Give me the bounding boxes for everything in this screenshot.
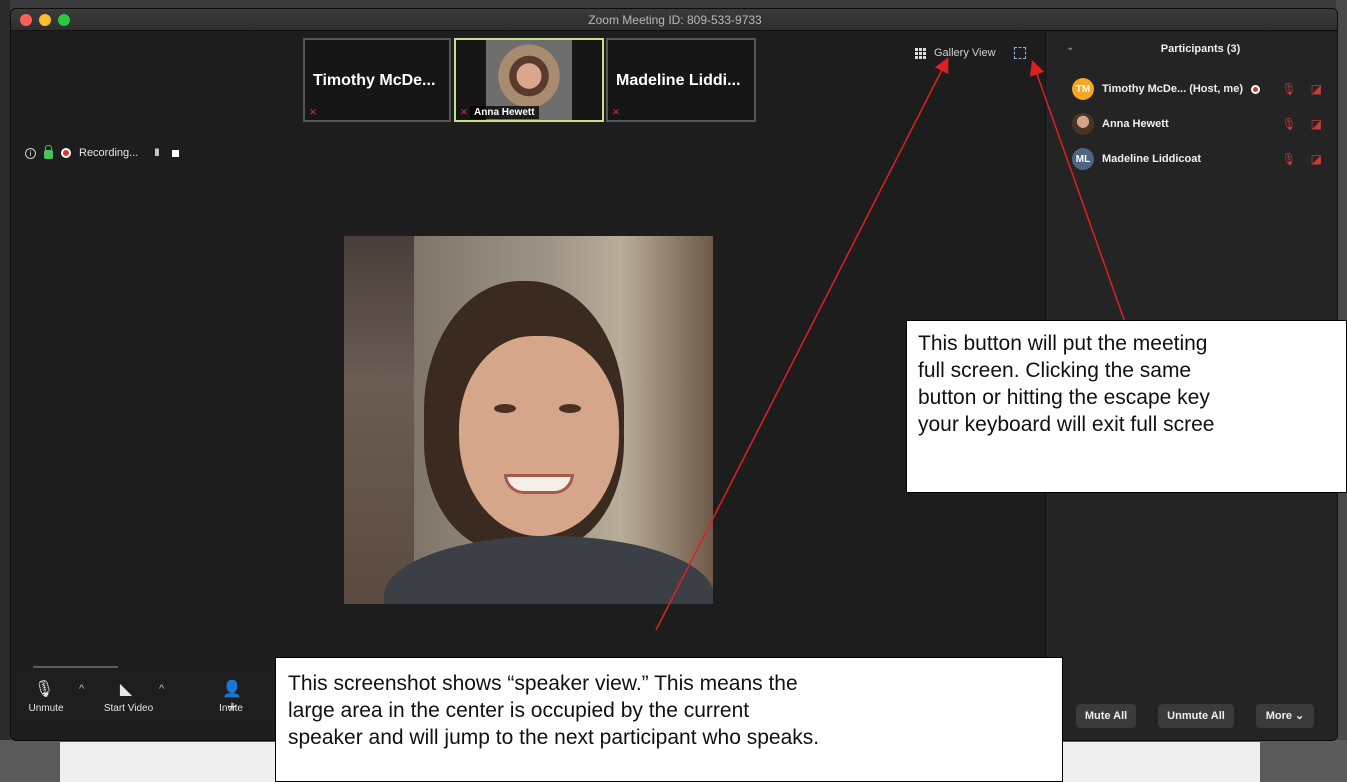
participant-name: Timothy McDe... (Host, me) bbox=[1102, 83, 1243, 95]
fullscreen-icon[interactable] bbox=[1013, 47, 1026, 59]
more-button[interactable]: More ⌄ bbox=[1256, 704, 1314, 728]
participants-footer: Mute All Unmute All More ⌄ bbox=[1046, 704, 1337, 740]
view-controls: Gallery View bbox=[915, 47, 1026, 59]
invite-icon: 👤+ bbox=[222, 681, 242, 716]
video-off-icon: ◣ bbox=[119, 681, 133, 698]
avatar: ML bbox=[1072, 148, 1094, 170]
fullscreen-annotation-text: This button will put the meeting full sc… bbox=[918, 332, 1215, 436]
fullscreen-annotation-callout: This button will put the meeting full sc… bbox=[906, 320, 1347, 493]
title-bar: Zoom Meeting ID: 809-533-9733 bbox=[11, 9, 1337, 31]
active-speaker-video bbox=[344, 236, 713, 604]
record-icon bbox=[61, 148, 71, 158]
avatar: TM bbox=[1072, 78, 1094, 100]
invite-label: Invite bbox=[219, 703, 243, 714]
grid-icon[interactable] bbox=[915, 47, 926, 59]
unmute-button[interactable]: 🎙 Unmute ^ bbox=[11, 669, 84, 719]
mic-muted-icon: 🎙 bbox=[33, 681, 55, 698]
invite-button[interactable]: 👤+ Invite bbox=[201, 669, 261, 719]
desktop-backdrop-left bbox=[0, 0, 10, 782]
filmstrip-tile-timothy[interactable]: Timothy McDe... ⨯ bbox=[303, 38, 451, 122]
speaker-view-annotation-text: This screenshot shows “speaker view.” Th… bbox=[288, 672, 820, 749]
participant-row[interactable]: Anna Hewett 🎙 ◪ bbox=[1072, 112, 1322, 136]
filmstrip-tile-madeline[interactable]: Madeline Liddi... ⨯ bbox=[606, 38, 756, 122]
mute-all-button[interactable]: Mute All bbox=[1076, 704, 1136, 728]
recording-status: Recording... bbox=[79, 147, 139, 159]
participant-row[interactable]: ML Madeline Liddicoat 🎙 ◪ bbox=[1072, 147, 1322, 171]
gallery-view-button[interactable]: Gallery View bbox=[934, 47, 996, 59]
toolbar-divider bbox=[33, 666, 118, 668]
mic-muted-icon: ⨯ bbox=[308, 107, 318, 118]
tile-name: Madeline Liddi... bbox=[616, 72, 741, 89]
start-video-button[interactable]: ◣ Start Video ^ bbox=[91, 669, 166, 719]
speaker-view-area: Timothy McDe... ⨯ ⨯ Anna Hewett Madeline… bbox=[11, 32, 1045, 740]
tile-name: Timothy McDe... bbox=[313, 72, 436, 89]
recording-indicator-icon bbox=[1250, 84, 1260, 94]
participant-name: Anna Hewett bbox=[1102, 118, 1169, 130]
video-off-icon: ◪ bbox=[1310, 117, 1322, 131]
start-video-label: Start Video bbox=[103, 703, 154, 714]
video-options-caret-icon[interactable]: ^ bbox=[159, 683, 164, 695]
participant-row[interactable]: TM Timothy McDe... (Host, me) 🎙 ◪ bbox=[1072, 77, 1322, 101]
tile-name-label: Anna Hewett bbox=[470, 106, 539, 119]
speaker-view-annotation-callout: This screenshot shows “speaker view.” Th… bbox=[275, 657, 1063, 782]
video-off-icon: ◪ bbox=[1310, 152, 1322, 166]
participants-title: Participants (3) bbox=[1160, 43, 1241, 55]
video-off-icon: ◪ bbox=[1310, 82, 1322, 96]
stop-recording-button[interactable] bbox=[172, 149, 180, 157]
window-title: Zoom Meeting ID: 809-533-9733 bbox=[588, 13, 762, 27]
avatar bbox=[1072, 113, 1094, 135]
info-icon[interactable]: i bbox=[25, 147, 36, 159]
filmstrip-tile-anna[interactable]: ⨯ Anna Hewett bbox=[454, 38, 604, 122]
mic-muted-icon: ⨯ bbox=[611, 107, 621, 118]
mic-muted-icon: ⨯ bbox=[459, 107, 469, 118]
mic-muted-icon: 🎙 bbox=[1281, 152, 1297, 166]
participants-header: ⌄ Participants (3) bbox=[1046, 32, 1337, 66]
mic-muted-icon: 🎙 bbox=[1281, 82, 1297, 96]
audio-options-caret-icon[interactable]: ^ bbox=[79, 683, 84, 695]
unmute-label: Unmute bbox=[28, 703, 64, 714]
participant-name: Madeline Liddicoat bbox=[1102, 153, 1202, 165]
mic-muted-icon: 🎙 bbox=[1281, 117, 1297, 131]
lock-icon[interactable] bbox=[44, 145, 53, 159]
unmute-all-button[interactable]: Unmute All bbox=[1158, 704, 1234, 728]
pause-recording-button[interactable]: II bbox=[154, 147, 159, 159]
recording-bar: i Recording... II bbox=[25, 145, 180, 159]
